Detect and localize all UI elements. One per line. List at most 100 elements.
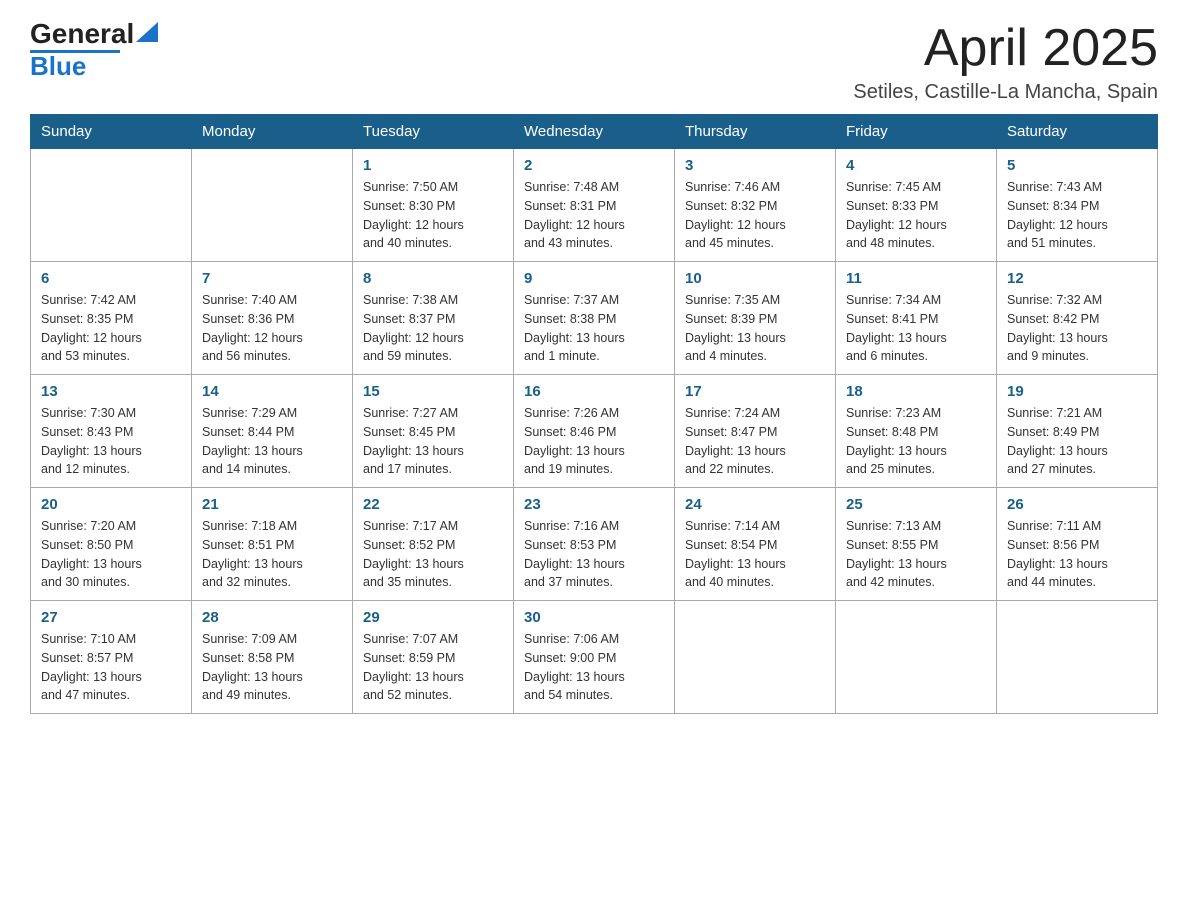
logo: General Blue [30,20,158,79]
week-row-2: 6 Sunrise: 7:42 AM Sunset: 8:35 PM Daylig… [31,262,1158,375]
day-info: Sunrise: 7:34 AM Sunset: 8:41 PM Dayligh… [846,291,986,366]
weekday-header-friday: Friday [836,115,997,149]
calendar-cell: 22 Sunrise: 7:17 AM Sunset: 8:52 PM Dayli… [353,488,514,601]
calendar-cell [836,601,997,714]
day-info: Sunrise: 7:07 AM Sunset: 8:59 PM Dayligh… [363,630,503,705]
day-number: 27 [41,609,181,626]
day-info: Sunrise: 7:11 AM Sunset: 8:56 PM Dayligh… [1007,517,1147,592]
day-info: Sunrise: 7:17 AM Sunset: 8:52 PM Dayligh… [363,517,503,592]
day-info: Sunrise: 7:35 AM Sunset: 8:39 PM Dayligh… [685,291,825,366]
calendar-cell: 20 Sunrise: 7:20 AM Sunset: 8:50 PM Dayli… [31,488,192,601]
day-info: Sunrise: 7:42 AM Sunset: 8:35 PM Dayligh… [41,291,181,366]
week-row-4: 20 Sunrise: 7:20 AM Sunset: 8:50 PM Dayli… [31,488,1158,601]
day-number: 13 [41,383,181,400]
calendar-cell: 11 Sunrise: 7:34 AM Sunset: 8:41 PM Dayli… [836,262,997,375]
calendar-cell: 24 Sunrise: 7:14 AM Sunset: 8:54 PM Dayli… [675,488,836,601]
day-info: Sunrise: 7:45 AM Sunset: 8:33 PM Dayligh… [846,178,986,253]
day-number: 5 [1007,157,1147,174]
day-number: 24 [685,496,825,513]
location-subtitle: Setiles, Castille-La Mancha, Spain [853,81,1158,104]
calendar-cell: 13Sunrise: 7:30 AM Sunset: 8:43 PM Dayli… [31,375,192,488]
day-info: Sunrise: 7:23 AM Sunset: 8:48 PM Dayligh… [846,404,986,479]
day-number: 8 [363,270,503,287]
calendar-cell: 4Sunrise: 7:45 AM Sunset: 8:33 PM Daylig… [836,149,997,262]
calendar-cell: 3 Sunrise: 7:46 AM Sunset: 8:32 PM Daylig… [675,149,836,262]
week-row-1: 1 Sunrise: 7:50 AM Sunset: 8:30 PM Daylig… [31,149,1158,262]
calendar-cell: 30 Sunrise: 7:06 AM Sunset: 9:00 PM Dayli… [514,601,675,714]
calendar-cell: 19Sunrise: 7:21 AM Sunset: 8:49 PM Dayli… [997,375,1158,488]
day-number: 26 [1007,496,1147,513]
day-info: Sunrise: 7:32 AM Sunset: 8:42 PM Dayligh… [1007,291,1147,366]
day-number: 22 [363,496,503,513]
calendar-cell: 10Sunrise: 7:35 AM Sunset: 8:39 PM Dayli… [675,262,836,375]
weekday-header-monday: Monday [192,115,353,149]
day-number: 9 [524,270,664,287]
day-number: 23 [524,496,664,513]
calendar-cell [31,149,192,262]
calendar-cell: 12 Sunrise: 7:32 AM Sunset: 8:42 PM Dayli… [997,262,1158,375]
day-number: 15 [363,383,503,400]
day-number: 16 [524,383,664,400]
calendar-cell: 14Sunrise: 7:29 AM Sunset: 8:44 PM Dayli… [192,375,353,488]
weekday-header-wednesday: Wednesday [514,115,675,149]
calendar-cell: 8 Sunrise: 7:38 AM Sunset: 8:37 PM Daylig… [353,262,514,375]
day-number: 29 [363,609,503,626]
day-info: Sunrise: 7:13 AM Sunset: 8:55 PM Dayligh… [846,517,986,592]
day-number: 21 [202,496,342,513]
day-info: Sunrise: 7:24 AM Sunset: 8:47 PM Dayligh… [685,404,825,479]
calendar-cell: 6 Sunrise: 7:42 AM Sunset: 8:35 PM Daylig… [31,262,192,375]
day-info: Sunrise: 7:18 AM Sunset: 8:51 PM Dayligh… [202,517,342,592]
calendar-cell: 18 Sunrise: 7:23 AM Sunset: 8:48 PM Dayli… [836,375,997,488]
month-year-title: April 2025 [853,20,1158,77]
calendar-cell [997,601,1158,714]
day-number: 12 [1007,270,1147,287]
calendar-cell: 29 Sunrise: 7:07 AM Sunset: 8:59 PM Dayli… [353,601,514,714]
day-number: 6 [41,270,181,287]
calendar-cell: 9 Sunrise: 7:37 AM Sunset: 8:38 PM Daylig… [514,262,675,375]
day-number: 3 [685,157,825,174]
day-info: Sunrise: 7:43 AM Sunset: 8:34 PM Dayligh… [1007,178,1147,253]
calendar-cell: 2 Sunrise: 7:48 AM Sunset: 8:31 PM Daylig… [514,149,675,262]
calendar-cell: 25Sunrise: 7:13 AM Sunset: 8:55 PM Dayli… [836,488,997,601]
calendar-cell [675,601,836,714]
calendar-table: SundayMondayTuesdayWednesdayThursdayFrid… [30,114,1158,714]
day-number: 20 [41,496,181,513]
day-info: Sunrise: 7:26 AM Sunset: 8:46 PM Dayligh… [524,404,664,479]
day-number: 1 [363,157,503,174]
day-info: Sunrise: 7:10 AM Sunset: 8:57 PM Dayligh… [41,630,181,705]
day-info: Sunrise: 7:06 AM Sunset: 9:00 PM Dayligh… [524,630,664,705]
weekday-header-row: SundayMondayTuesdayWednesdayThursdayFrid… [31,115,1158,149]
logo-triangle-icon [136,22,158,42]
day-number: 28 [202,609,342,626]
weekday-header-thursday: Thursday [675,115,836,149]
day-number: 11 [846,270,986,287]
day-info: Sunrise: 7:16 AM Sunset: 8:53 PM Dayligh… [524,517,664,592]
day-info: Sunrise: 7:38 AM Sunset: 8:37 PM Dayligh… [363,291,503,366]
day-number: 14 [202,383,342,400]
day-number: 18 [846,383,986,400]
day-info: Sunrise: 7:48 AM Sunset: 8:31 PM Dayligh… [524,178,664,253]
week-row-3: 13Sunrise: 7:30 AM Sunset: 8:43 PM Dayli… [31,375,1158,488]
weekday-header-tuesday: Tuesday [353,115,514,149]
title-section: April 2025 Setiles, Castille-La Mancha, … [853,20,1158,104]
day-info: Sunrise: 7:50 AM Sunset: 8:30 PM Dayligh… [363,178,503,253]
calendar-cell: 7 Sunrise: 7:40 AM Sunset: 8:36 PM Daylig… [192,262,353,375]
calendar-cell: 5 Sunrise: 7:43 AM Sunset: 8:34 PM Daylig… [997,149,1158,262]
day-number: 30 [524,609,664,626]
day-number: 2 [524,157,664,174]
calendar-cell: 15Sunrise: 7:27 AM Sunset: 8:45 PM Dayli… [353,375,514,488]
page-header: General Blue April 2025 Setiles, Castill… [30,20,1158,104]
day-info: Sunrise: 7:21 AM Sunset: 8:49 PM Dayligh… [1007,404,1147,479]
logo-general-text: General [30,20,134,48]
day-info: Sunrise: 7:20 AM Sunset: 8:50 PM Dayligh… [41,517,181,592]
weekday-header-sunday: Sunday [31,115,192,149]
day-info: Sunrise: 7:37 AM Sunset: 8:38 PM Dayligh… [524,291,664,366]
day-info: Sunrise: 7:40 AM Sunset: 8:36 PM Dayligh… [202,291,342,366]
calendar-cell: 21 Sunrise: 7:18 AM Sunset: 8:51 PM Dayli… [192,488,353,601]
day-info: Sunrise: 7:46 AM Sunset: 8:32 PM Dayligh… [685,178,825,253]
calendar-cell: 1 Sunrise: 7:50 AM Sunset: 8:30 PM Daylig… [353,149,514,262]
logo-blue-text: Blue [30,53,86,79]
day-info: Sunrise: 7:14 AM Sunset: 8:54 PM Dayligh… [685,517,825,592]
day-number: 7 [202,270,342,287]
calendar-cell: 26 Sunrise: 7:11 AM Sunset: 8:56 PM Dayli… [997,488,1158,601]
